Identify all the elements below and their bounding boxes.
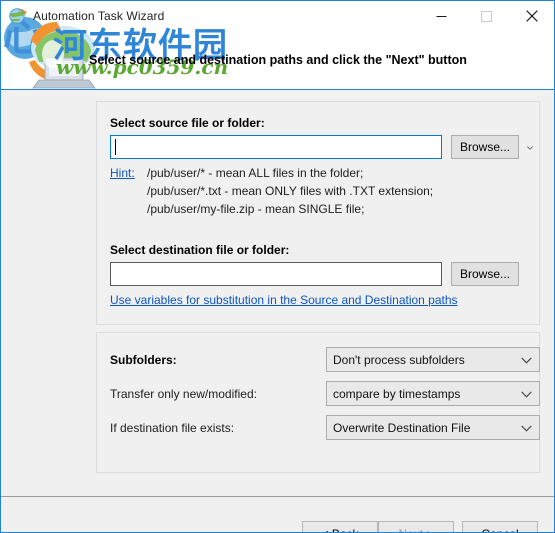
subfolders-select[interactable]: Don't process subfolders <box>326 347 540 372</box>
chevron-down-icon <box>521 387 532 401</box>
maximize-button[interactable] <box>464 1 509 32</box>
transfer-new-modified-select-value: compare by timestamps <box>333 386 461 401</box>
header-instruction: Select source and destination paths and … <box>89 53 467 67</box>
chevron-down-icon <box>527 145 533 150</box>
wizard-content: Select source file or folder: Browse... … <box>1 91 554 532</box>
globe-arrow-icon <box>9 7 27 25</box>
destination-label: Select destination file or folder: <box>110 243 290 257</box>
destination-path-input[interactable] <box>110 262 442 286</box>
cancel-button[interactable]: Cancel <box>462 521 538 532</box>
source-browse-button[interactable]: Browse... <box>451 135 519 159</box>
destination-browse-button[interactable]: Browse... <box>451 262 519 286</box>
chevron-down-icon <box>521 353 532 367</box>
source-browse-dropdown-button[interactable] <box>521 136 539 159</box>
wizard-footer: < Back Next > Cancel <box>1 497 554 532</box>
chevron-down-icon <box>521 421 532 435</box>
transfer-new-modified-label: Transfer only new/modified: <box>110 387 257 401</box>
options-panel: Subfolders: Don't process subfolders Tra… <box>96 332 540 473</box>
source-path-input[interactable] <box>110 135 442 159</box>
automation-task-wizard-window: Automation Task Wizard Select source and… <box>0 0 555 533</box>
hint-line-3: /pub/user/my-file.zip - mean SINGLE file… <box>147 202 365 216</box>
next-button[interactable]: Next > <box>378 521 454 532</box>
back-button[interactable]: < Back <box>302 521 378 532</box>
title-bar: Automation Task Wizard <box>1 0 554 31</box>
use-variables-link[interactable]: Use variables for substitution in the So… <box>110 293 458 307</box>
destination-exists-label: If destination file exists: <box>110 421 235 435</box>
hint-line-2: /pub/user/*.txt - mean ONLY files with .… <box>147 184 434 198</box>
source-label: Select source file or folder: <box>110 116 265 130</box>
minimize-icon <box>436 15 447 17</box>
window-title: Automation Task Wizard <box>33 9 165 23</box>
destination-exists-select-value: Overwrite Destination File <box>333 420 471 435</box>
destination-exists-select[interactable]: Overwrite Destination File <box>326 415 540 440</box>
hint-line-1: /pub/user/* - mean ALL files in the fold… <box>147 166 364 180</box>
subfolders-label: Subfolders: <box>110 353 177 367</box>
hint-link[interactable]: Hint: <box>110 166 135 180</box>
minimize-button[interactable] <box>419 1 464 32</box>
paths-panel: Select source file or folder: Browse... … <box>96 101 540 325</box>
maximize-icon <box>481 10 492 22</box>
caption-button-group <box>419 1 554 32</box>
subfolders-select-value: Don't process subfolders <box>333 352 465 367</box>
close-button[interactable] <box>509 1 554 32</box>
transfer-new-modified-select[interactable]: compare by timestamps <box>326 381 540 406</box>
text-caret <box>115 139 116 155</box>
close-icon <box>525 10 538 22</box>
header-banner: Select source and destination paths and … <box>1 31 554 90</box>
